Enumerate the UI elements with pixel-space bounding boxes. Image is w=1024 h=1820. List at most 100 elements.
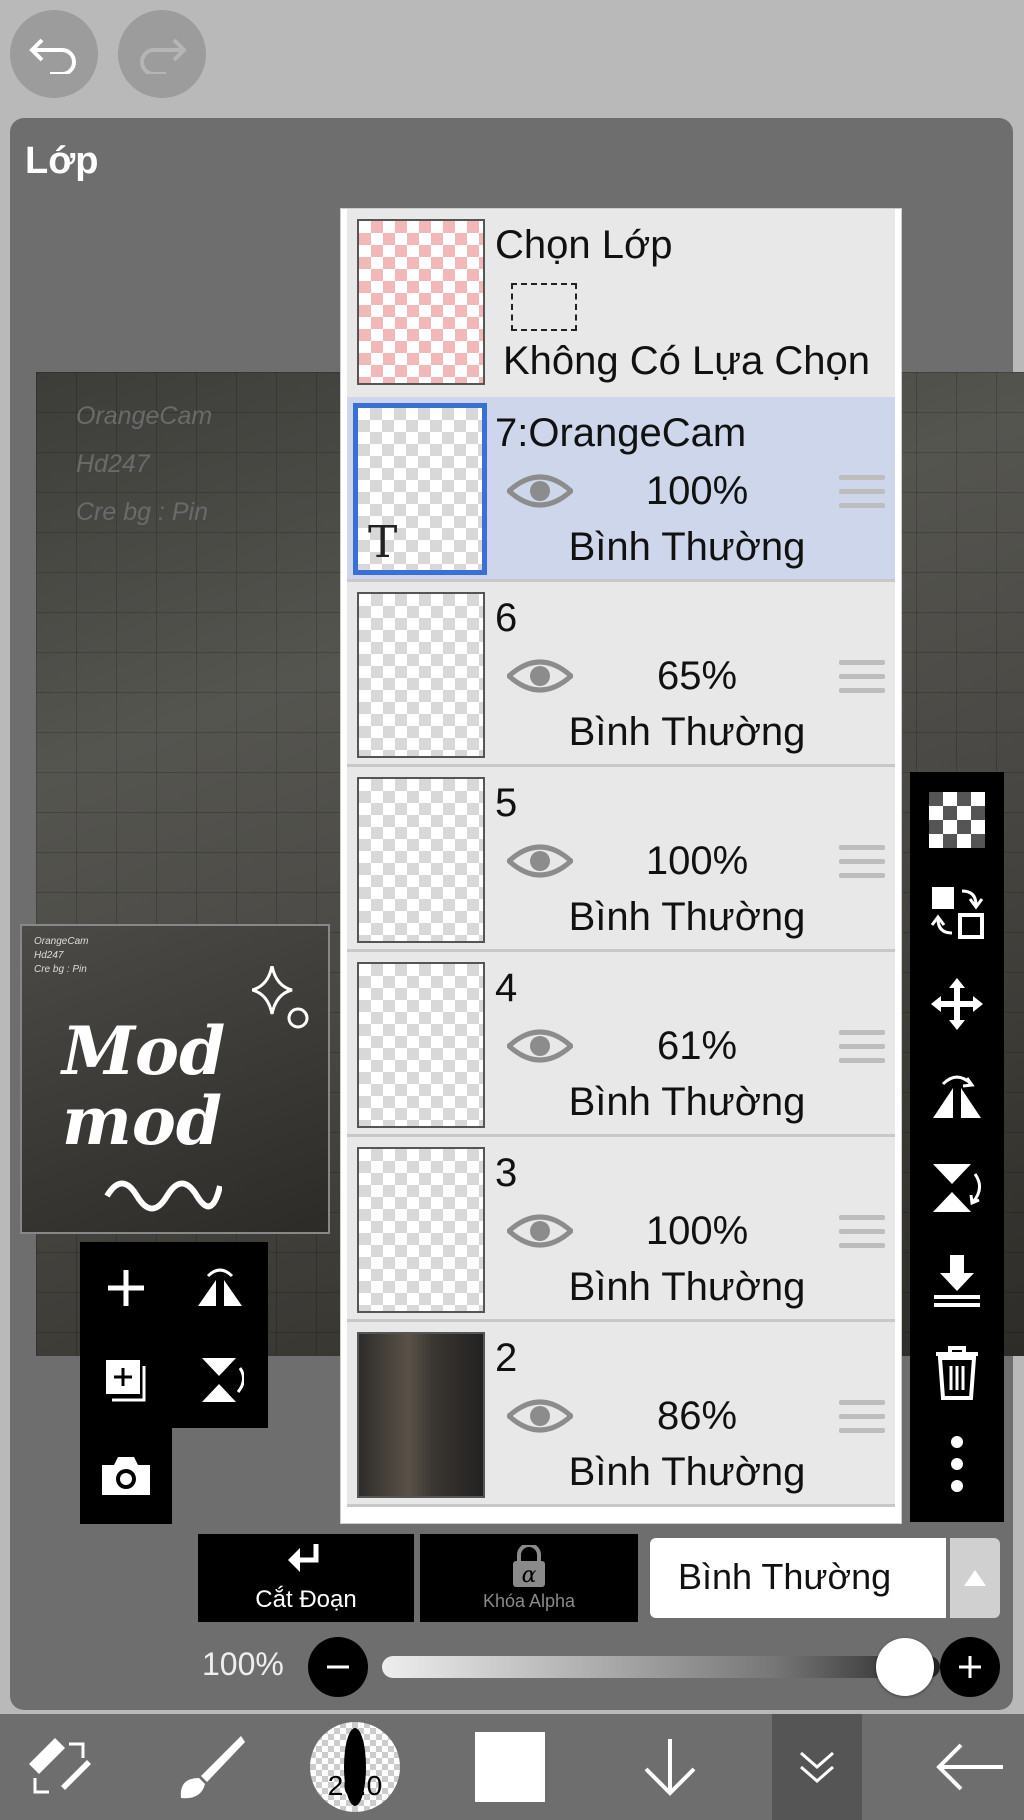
opacity-label: 100% xyxy=(202,1646,284,1682)
minus-icon xyxy=(327,1665,349,1669)
layer-row[interactable]: 4 61% Bình Thường xyxy=(347,952,895,1137)
visibility-toggle[interactable] xyxy=(505,841,575,886)
more-options-button[interactable] xyxy=(910,1424,1004,1504)
undo-button[interactable] xyxy=(10,10,98,98)
eye-icon xyxy=(505,474,575,508)
transparency-button[interactable] xyxy=(910,780,1004,860)
merge-down-icon xyxy=(934,1255,980,1307)
eye-icon xyxy=(505,659,575,693)
clipping-button[interactable]: Cắt Đoạn xyxy=(198,1534,414,1622)
layer-down-button[interactable] xyxy=(620,1714,720,1820)
drag-handle-icon[interactable] xyxy=(839,845,885,887)
layer-thumbnail xyxy=(357,962,485,1128)
layer-opacity: 65% xyxy=(656,654,738,698)
camera-button[interactable] xyxy=(86,1436,166,1516)
flip-layer-horizontal-button[interactable] xyxy=(910,1056,1004,1136)
visibility-toggle[interactable] xyxy=(505,1026,575,1071)
layer-name: 3 xyxy=(495,1151,518,1195)
layer-thumbnail xyxy=(357,777,485,943)
brush-tool-button[interactable] xyxy=(160,1714,260,1820)
drag-handle-icon[interactable] xyxy=(839,475,885,517)
layers-toggle-button[interactable] xyxy=(772,1714,862,1820)
flip-horizontal-icon xyxy=(198,1268,242,1306)
camera-icon xyxy=(102,1457,150,1495)
merge-down-button[interactable] xyxy=(910,1240,1004,1320)
alpha-lock-button[interactable]: α Khóa Alpha xyxy=(420,1534,638,1622)
eye-icon xyxy=(505,844,575,878)
checkerboard-icon xyxy=(929,792,985,848)
blend-mode-toggle[interactable] xyxy=(950,1538,1000,1618)
back-button[interactable] xyxy=(920,1714,1020,1820)
text-layer-icon: T xyxy=(368,517,398,568)
layer-list[interactable]: Chọn Lớp Không Có Lựa Chọn T 7:OrangeCam 1… xyxy=(340,208,902,1524)
selection-layer-row[interactable]: Chọn Lớp Không Có Lựa Chọn xyxy=(347,209,895,400)
layer-row[interactable]: 5 100% Bình Thường xyxy=(347,767,895,952)
layer-opacity: 100% xyxy=(645,839,749,883)
layer-opacity: 100% xyxy=(645,469,749,513)
visibility-toggle[interactable] xyxy=(505,1396,575,1441)
plus-icon xyxy=(108,1270,144,1306)
opacity-slider-knob[interactable] xyxy=(876,1638,934,1696)
brush-size-button[interactable]: 20.0 xyxy=(310,1714,400,1820)
eye-icon xyxy=(505,1399,575,1433)
swap-layer-button[interactable] xyxy=(910,872,1004,952)
layer-row[interactable]: T 7:OrangeCam 100% Bình Thường xyxy=(347,397,895,582)
layer-opacity: 61% xyxy=(656,1024,738,1068)
canvas-preview[interactable]: OrangeCam Hd247 Cre bg : Pin Mod mod xyxy=(20,924,330,1234)
drag-handle-icon[interactable] xyxy=(839,1400,885,1442)
flip-vertical-button[interactable] xyxy=(180,1340,260,1420)
opacity-decrease-button[interactable] xyxy=(308,1637,368,1697)
redo-button[interactable] xyxy=(118,10,206,98)
layer-thumbnail xyxy=(357,1147,485,1313)
visibility-toggle[interactable] xyxy=(505,656,575,701)
redo-icon xyxy=(140,38,187,74)
swap-icon xyxy=(930,887,984,939)
flip-horizontal-button[interactable] xyxy=(180,1248,260,1328)
clipping-label: Cắt Đoạn xyxy=(255,1586,357,1613)
canvas-credit-line: Hd247 xyxy=(76,450,150,478)
layer-name: 6 xyxy=(495,596,518,640)
color-button[interactable] xyxy=(470,1714,550,1820)
drag-handle-icon[interactable] xyxy=(839,660,885,702)
opacity-increase-button[interactable] xyxy=(940,1637,1000,1697)
move-icon xyxy=(931,978,983,1030)
layer-row[interactable]: 3 100% Bình Thường xyxy=(347,1137,895,1322)
brush-icon xyxy=(180,1736,245,1799)
trash-icon xyxy=(936,1346,978,1400)
layer-opacity: 100% xyxy=(645,1209,749,1253)
alpha-lock-label: Khóa Alpha xyxy=(482,1590,576,1611)
layer-blend-mode: Bình Thường xyxy=(568,895,806,939)
drag-handle-icon[interactable] xyxy=(839,1030,885,1072)
opacity-slider[interactable] xyxy=(382,1656,940,1678)
preview-credit-line: Cre bg : Pin xyxy=(34,964,87,975)
layer-name: 4 xyxy=(495,966,518,1010)
visibility-toggle[interactable] xyxy=(505,1211,575,1256)
preview-credit-line: OrangeCam xyxy=(34,936,89,947)
duplicate-layer-button[interactable] xyxy=(86,1340,166,1420)
layer-name: 2 xyxy=(495,1336,518,1380)
layer-row[interactable]: 2 86% Bình Thường xyxy=(347,1322,895,1507)
transform-tool-button[interactable] xyxy=(10,1714,110,1820)
layer-opacity: 86% xyxy=(656,1394,738,1438)
layer-blend-mode: Bình Thường xyxy=(568,710,806,754)
delete-layer-button[interactable] xyxy=(910,1332,1004,1412)
lock-alpha-icon: α xyxy=(513,1544,545,1587)
drag-handle-icon[interactable] xyxy=(839,1215,885,1257)
preview-art-text: Mod mod xyxy=(62,1012,226,1160)
panel-title: Lớp xyxy=(25,140,99,182)
move-button[interactable] xyxy=(910,964,1004,1044)
add-layer-button[interactable] xyxy=(86,1248,166,1328)
sparkle-icon xyxy=(252,966,309,1029)
squiggle-icon xyxy=(104,1180,222,1212)
visibility-toggle[interactable] xyxy=(505,471,575,516)
blend-mode-select[interactable]: Bình Thường xyxy=(650,1538,946,1618)
selection-thumbnail xyxy=(357,219,485,385)
dashed-selection-icon xyxy=(511,283,577,331)
preview-credit-line: Hd247 xyxy=(34,950,64,961)
more-vertical-icon xyxy=(951,1436,963,1492)
flip-layer-vertical-button[interactable] xyxy=(910,1148,1004,1228)
layer-blend-mode: Bình Thường xyxy=(568,525,806,569)
triangle-up-icon xyxy=(964,1570,986,1586)
layer-row[interactable]: 6 65% Bình Thường xyxy=(347,582,895,767)
selection-status: Không Có Lựa Chọn xyxy=(503,339,871,383)
